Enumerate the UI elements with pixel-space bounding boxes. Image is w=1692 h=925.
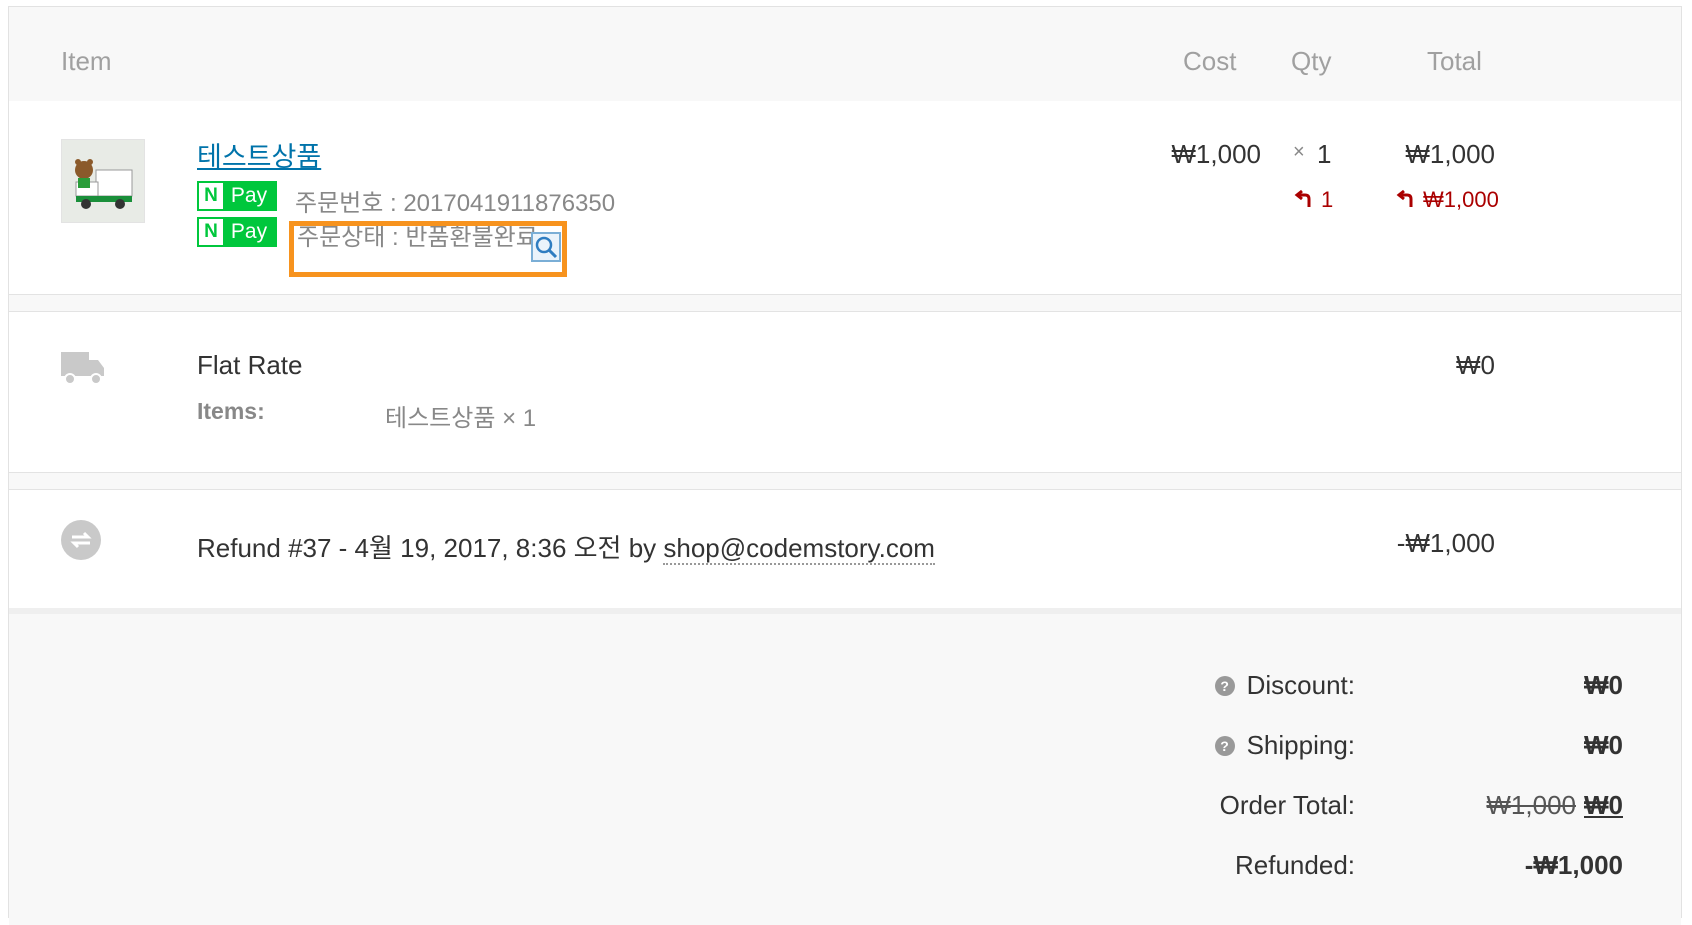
- truck-character-icon: [75, 159, 133, 209]
- npay-label: Pay: [230, 220, 268, 243]
- shipping-items-label: Items:: [197, 398, 265, 424]
- order-total-new: ₩0: [1584, 790, 1623, 820]
- refunded-total: ₩1,000: [1423, 187, 1499, 212]
- npay-label: Pay: [230, 184, 268, 207]
- npay-n-icon: N: [199, 219, 223, 245]
- shipping-row[interactable]: Flat Rate Items: 테스트상품 × 1 ₩0: [9, 312, 1681, 472]
- shipping-label: Shipping:: [1246, 730, 1355, 760]
- refunded-qty: 1: [1321, 187, 1334, 212]
- search-icon[interactable]: [531, 232, 561, 262]
- refunded-value: -₩1,000: [1524, 850, 1623, 880]
- refund-row[interactable]: Refund #37 - 4월 19, 2017, 8:36 오전 by sho…: [9, 490, 1681, 608]
- status-highlight-box: [289, 221, 567, 277]
- undo-arrow-icon: [1395, 189, 1415, 215]
- discount-value: ₩0: [1584, 670, 1623, 700]
- refund-user-email[interactable]: shop@codemstory.com: [663, 533, 935, 565]
- header-item: Item: [61, 46, 112, 76]
- shipping-label-wrap: ? Shipping:: [1214, 730, 1355, 761]
- row-separator: [9, 472, 1681, 490]
- order-total-old: ₩1,000: [1486, 790, 1576, 820]
- npay-badge: N Pay: [197, 181, 277, 211]
- header-cost: Cost: [1183, 46, 1237, 76]
- qty-multiplier: ×: [1293, 141, 1305, 163]
- shipping-method: Flat Rate: [197, 350, 303, 380]
- order-total-value: ₩1,000 ₩0: [1486, 790, 1623, 821]
- line-item-row[interactable]: 테스트상품 N Pay 주문번호 : 2017041911876350 N Pa…: [9, 101, 1681, 294]
- row-separator: [9, 294, 1681, 312]
- product-thumbnail: [61, 139, 145, 223]
- items-table-header: Item Cost Qty Total: [9, 7, 1681, 101]
- shipping-items-value: 테스트상품 × 1: [385, 405, 537, 432]
- order-totals: ? Discount: ₩0 ? Shipping: ₩0 Order Total:…: [9, 608, 1681, 925]
- header-qty: Qty: [1291, 46, 1332, 76]
- item-qty: 1: [1317, 139, 1332, 169]
- item-total: ₩1,000: [1405, 139, 1495, 169]
- header-total: Total: [1427, 46, 1482, 76]
- npay-badge-2: N Pay: [197, 217, 277, 247]
- discount-label-wrap: ? Discount:: [1214, 670, 1355, 701]
- truck-icon: [61, 350, 105, 391]
- help-icon[interactable]: ?: [1214, 676, 1235, 696]
- help-icon[interactable]: ?: [1214, 736, 1235, 756]
- shipping-value: ₩0: [1584, 730, 1623, 760]
- refund-icon: [61, 520, 101, 565]
- order-items-panel: Item Cost Qty Total 테스트상품 N Pay 주문번호 : 2…: [8, 6, 1682, 925]
- refund-text: Refund #37 - 4월 19, 2017, 8:36 오전 by: [197, 533, 664, 563]
- discount-label: Discount:: [1246, 670, 1355, 700]
- order-total-label: Order Total:: [1219, 790, 1355, 820]
- order-number: 주문번호 : 2017041911876350: [295, 190, 616, 217]
- item-cost: ₩1,000: [1171, 139, 1261, 169]
- npay-n-icon: N: [199, 183, 223, 209]
- refund-amount: -₩1,000: [1396, 528, 1495, 558]
- product-name-link[interactable]: 테스트상품: [197, 135, 321, 174]
- undo-arrow-icon: [1293, 189, 1313, 215]
- refunded-label: Refunded:: [1235, 850, 1355, 880]
- refund-description: Refund #37 - 4월 19, 2017, 8:36 오전 by sho…: [197, 528, 935, 565]
- shipping-total: ₩0: [1456, 350, 1495, 380]
